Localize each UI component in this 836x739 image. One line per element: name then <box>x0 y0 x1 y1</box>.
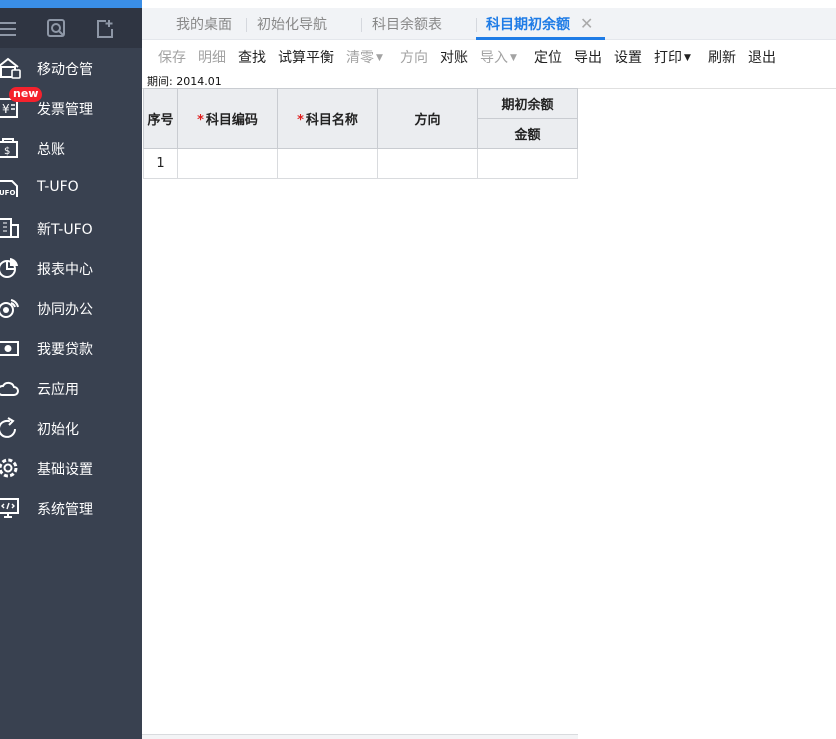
search-icon[interactable] <box>46 18 68 40</box>
tab-separator <box>246 18 247 32</box>
chevron-down-icon: ▼ <box>684 53 691 63</box>
cloud-icon <box>0 381 19 396</box>
sidebar-item-basic[interactable]: 基础设置 <box>0 448 142 488</box>
sidebar-item-tufo[interactable]: UFO T-UFO <box>0 168 142 208</box>
svg-text:UFO: UFO <box>0 189 15 197</box>
sidebar-item-label: 我要贷款 <box>37 342 93 358</box>
cell-seq: 1 <box>143 148 178 179</box>
cell-code[interactable] <box>177 148 278 179</box>
monitor-code-icon <box>0 498 19 518</box>
sidebar-item-cloud[interactable]: 云应用 <box>0 368 142 408</box>
sidebar-item-new-tufo[interactable]: 新T-UFO <box>0 208 142 248</box>
sidebar-item-invoice[interactable]: ¥ new 发票管理 <box>0 87 142 128</box>
tab-bar: 我的桌面 初始化导航 科目余额表 科目期初余额 ✕ <box>142 8 836 40</box>
new-window-icon[interactable] <box>94 18 116 40</box>
sidebar: 移动仓管 ¥ new 发票管理 $ 总账 UFO T-UFO 新T-UFO 报表… <box>0 0 142 739</box>
tab-init-navigation[interactable]: 初始化导航 <box>257 8 327 40</box>
import-label: 导入 <box>480 50 508 66</box>
sidebar-item-ledger[interactable]: $ 总账 <box>0 128 142 168</box>
clear-button[interactable]: 清零 ▼ <box>346 47 383 67</box>
reconcile-button[interactable]: 对账 <box>440 47 468 67</box>
trial-balance-button[interactable]: 试算平衡 <box>278 47 334 67</box>
print-button[interactable]: 打印 ▼ <box>654 47 691 67</box>
locate-button[interactable]: 定位 <box>534 47 562 67</box>
signal-icon <box>0 299 19 318</box>
required-mark: * <box>297 113 304 128</box>
sidebar-item-system[interactable]: 系统管理 <box>0 488 142 528</box>
col-header-amount[interactable]: 金额 <box>477 118 578 149</box>
gear-icon <box>0 458 18 478</box>
svg-text:$: $ <box>4 146 10 157</box>
tab-account-balance[interactable]: 科目余额表 <box>372 8 442 40</box>
required-mark: * <box>197 113 204 128</box>
export-button[interactable]: 导出 <box>574 47 602 67</box>
tab-separator <box>361 18 362 32</box>
clear-label: 清零 <box>346 50 374 66</box>
pie-chart-icon <box>0 258 18 278</box>
horizontal-scrollbar[interactable] <box>142 734 578 739</box>
tab-my-desktop[interactable]: 我的桌面 <box>176 8 232 40</box>
direction-button[interactable]: 方向 <box>400 47 428 67</box>
sidebar-item-label: 报表中心 <box>37 262 93 278</box>
sidebar-item-loan[interactable]: 我要贷款 <box>0 328 142 368</box>
sidebar-item-reports[interactable]: 报表中心 <box>0 248 142 288</box>
sidebar-item-label: T-UFO <box>37 179 79 195</box>
sidebar-item-label: 协同办公 <box>37 302 93 318</box>
period-label: 期间: 2014.01 <box>147 75 222 88</box>
sidebar-item-label: 发票管理 <box>37 102 93 118</box>
save-button[interactable]: 保存 <box>158 47 186 67</box>
find-button[interactable]: 查找 <box>238 47 266 67</box>
cash-icon <box>0 341 19 356</box>
chevron-down-icon: ▼ <box>376 53 383 63</box>
sidebar-item-label: 初始化 <box>37 422 79 438</box>
col-header-opening-balance: 期初余额 <box>477 88 578 119</box>
col-header-name-label: 科目名称 <box>305 113 358 128</box>
sidebar-item-label: 云应用 <box>37 382 79 398</box>
refresh-button[interactable]: 刷新 <box>708 47 736 67</box>
import-button[interactable]: 导入 ▼ <box>480 47 517 67</box>
sidebar-header <box>0 8 142 48</box>
cell-name[interactable] <box>277 148 378 179</box>
sidebar-item-collab[interactable]: 协同办公 <box>0 288 142 328</box>
svg-text:¥: ¥ <box>2 102 10 116</box>
sidebar-item-label: 新T-UFO <box>37 222 93 238</box>
ufo-icon: UFO <box>0 180 18 197</box>
ledger-icon: $ <box>0 138 18 158</box>
detail-button[interactable]: 明细 <box>198 47 226 67</box>
opening-balance-table: 序号 * 科目编码 * 科目名称 方向 期初余额 金额 1 <box>143 88 578 179</box>
print-label: 打印 <box>654 50 682 66</box>
sidebar-item-label: 系统管理 <box>37 502 93 518</box>
col-header-code[interactable]: * 科目编码 <box>177 88 278 149</box>
sidebar-item-mobile-warehouse[interactable]: 移动仓管 <box>0 48 142 88</box>
cell-direction[interactable] <box>377 148 478 179</box>
building-icon <box>0 218 19 238</box>
menu-icon[interactable] <box>0 18 18 40</box>
main-content: 我的桌面 初始化导航 科目余额表 科目期初余额 ✕ 保存 明细 查找 试算平衡 … <box>142 0 836 739</box>
col-header-name[interactable]: * 科目名称 <box>277 88 378 149</box>
settings-button[interactable]: 设置 <box>614 47 642 67</box>
close-icon[interactable]: ✕ <box>580 16 594 32</box>
sidebar-item-label: 总账 <box>37 142 65 158</box>
sidebar-item-label: 移动仓管 <box>37 62 93 78</box>
warehouse-icon <box>0 57 21 79</box>
col-header-direction[interactable]: 方向 <box>377 88 478 149</box>
toolbar: 保存 明细 查找 试算平衡 清零 ▼ 方向 对账 导入 ▼ 定位 导出 设置 打印 ▼… <box>142 41 836 71</box>
refresh-icon <box>0 417 16 438</box>
sidebar-nav: 移动仓管 ¥ new 发票管理 $ 总账 UFO T-UFO 新T-UFO 报表… <box>0 48 142 528</box>
col-header-code-label: 科目编码 <box>205 113 258 128</box>
exit-button[interactable]: 退出 <box>748 47 776 67</box>
cell-amount[interactable] <box>477 148 578 179</box>
sidebar-item-init[interactable]: 初始化 <box>0 408 142 448</box>
sidebar-top-accent <box>0 0 142 8</box>
sidebar-item-label: 基础设置 <box>37 462 93 478</box>
chevron-down-icon: ▼ <box>510 53 517 63</box>
col-header-seq[interactable]: 序号 <box>143 88 178 149</box>
table-row: 1 <box>143 148 578 179</box>
